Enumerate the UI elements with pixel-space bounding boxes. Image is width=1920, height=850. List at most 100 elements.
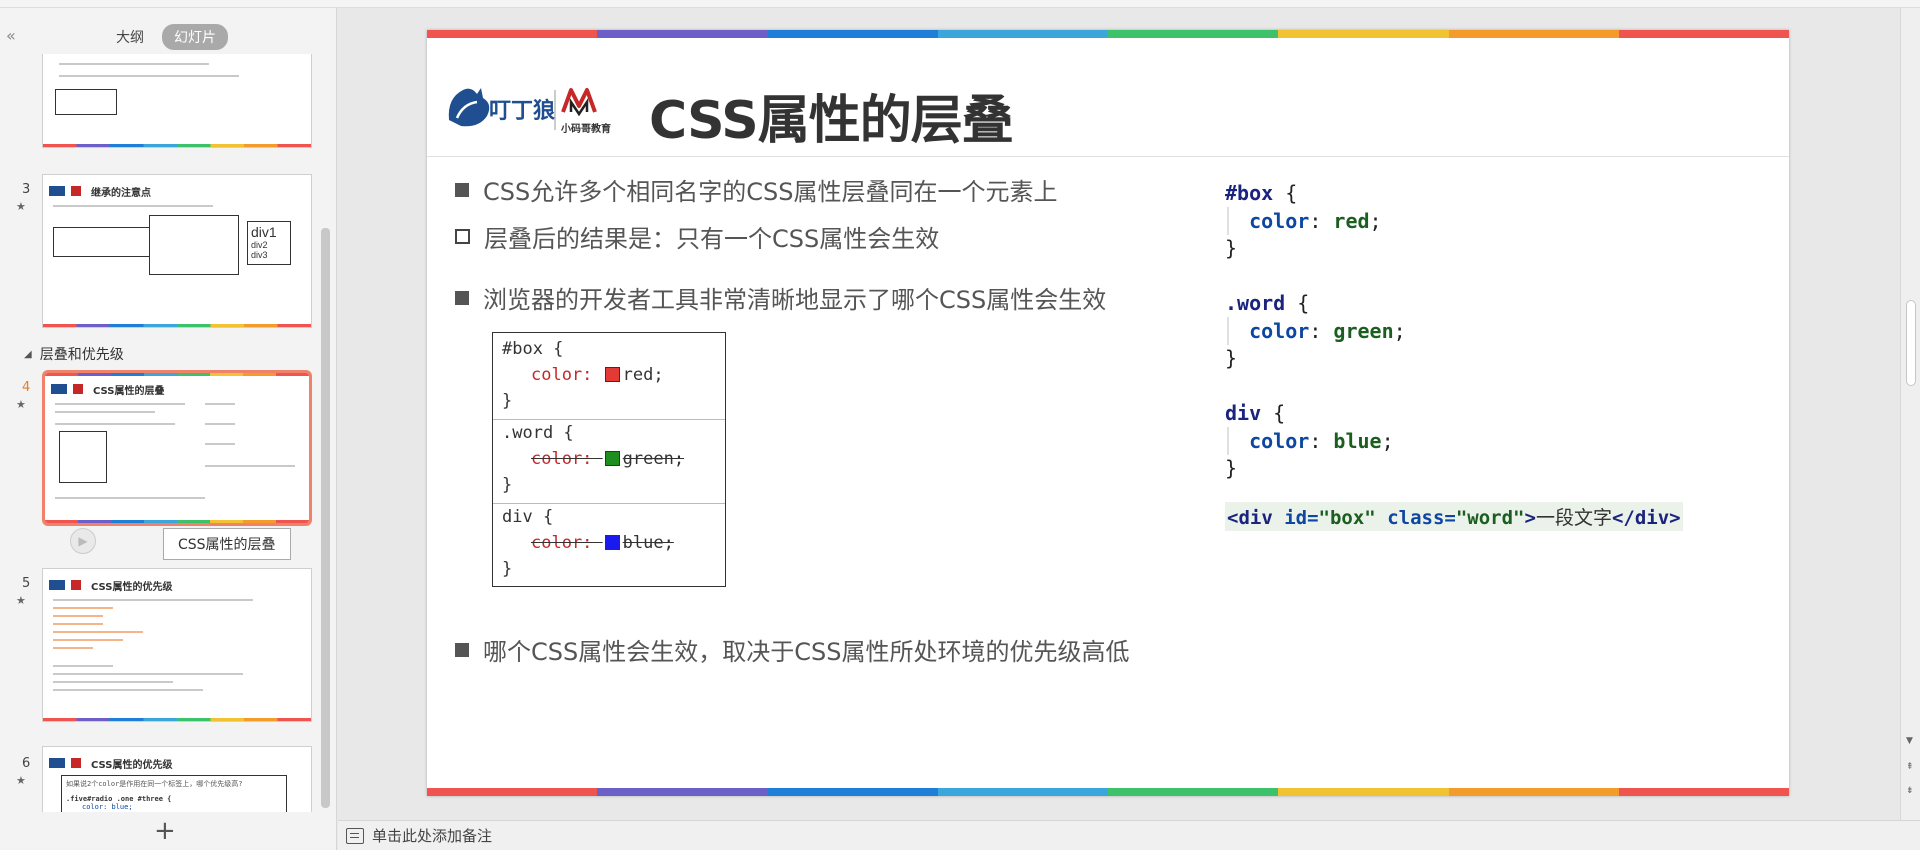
thumb-rainbow-bar <box>45 520 309 523</box>
code-prop: color <box>1249 428 1310 453</box>
rule-value: blue; <box>622 533 674 553</box>
rainbow-bar-bottom <box>427 788 1789 796</box>
rule-selector: div { <box>502 507 554 527</box>
html-code-line: <div id="box" class="word">一段文字</div> <box>1225 502 1683 531</box>
rule-close: } <box>502 475 513 495</box>
view-toggle: 大纲 幻灯片 <box>104 24 228 50</box>
panel-scrollbar[interactable] <box>321 228 330 808</box>
thumb-code-line: .five#radio .one #three { <box>66 795 172 803</box>
slide-editor: 叮丁狼 小码哥教育 CSS属性的层叠 CSS允许多个相同名字的CSS属性层叠同在… <box>338 8 1896 820</box>
rule-divider <box>493 503 725 504</box>
scroll-down-icon[interactable]: ▼ <box>1906 736 1913 746</box>
thumb-div1-label: div1 <box>251 224 277 240</box>
slide-thumbnail-5[interactable]: CSS属性的优先级 <box>42 568 312 722</box>
rule-declaration: color: green; <box>531 449 684 469</box>
rule-selector: .word { <box>502 423 574 443</box>
next-slide-icon[interactable]: ⇟ <box>1906 786 1914 796</box>
rule-prop: color: <box>531 365 593 385</box>
color-swatch-icon <box>604 451 620 466</box>
code-selector: .word <box>1225 291 1286 315</box>
editor-scrollbar[interactable]: ▼ ⇞ ⇟ <box>1900 8 1920 820</box>
logo-icon <box>49 758 81 768</box>
html-tag-open: <div <box>1227 507 1273 529</box>
html-attr-value: "box" <box>1318 507 1376 529</box>
code-line: color: blue; <box>1249 428 1394 453</box>
rule-selector: #box { <box>502 339 564 359</box>
bullet-item[interactable]: CSS允许多个相同名字的CSS属性层叠同在一个元素上 <box>455 172 1057 207</box>
code-line: div { <box>1225 401 1286 425</box>
thumb-title: 继承的注意点 <box>91 188 151 199</box>
bullet-item[interactable]: 浏览器的开发者工具非常清晰地显示了哪个CSS属性会生效 <box>455 280 1106 315</box>
prev-slide-icon[interactable]: ⇞ <box>1906 762 1914 772</box>
bullet-text: 层叠后的结果是：只有一个CSS属性会生效 <box>484 225 940 253</box>
slide-thumbnail-4[interactable]: CSS属性的层叠 <box>42 370 312 526</box>
thumbnail-tooltip: CSS属性的层叠 <box>163 528 291 560</box>
rule-prop: color: <box>531 449 593 469</box>
thumb-div-box: div1 div2 div3 <box>247 221 291 265</box>
thumbnail-list[interactable]: 3 ★ 继承的注意点 div1 div2 div3 ◢ 层叠和优先级 4 ★ C <box>0 54 320 812</box>
html-text: 一段文字 <box>1535 507 1612 529</box>
logo-icon <box>49 186 81 196</box>
slide-number-4: 4 <box>22 380 31 395</box>
star-icon: ★ <box>16 774 26 787</box>
html-attr-value: "word" <box>1455 507 1525 529</box>
slide-thumbnail-2[interactable] <box>42 54 312 148</box>
collapse-panel-icon[interactable]: « <box>6 26 16 45</box>
star-icon: ★ <box>16 200 26 213</box>
html-attr: class= <box>1387 507 1456 529</box>
bullet-hollow-square-icon <box>455 229 470 244</box>
thumb-title: CSS属性的优先级 <box>91 760 173 771</box>
slide-thumbnail-3[interactable]: 继承的注意点 div1 div2 div3 <box>42 174 312 328</box>
rule-value: red; <box>622 365 664 385</box>
star-icon: ★ <box>16 594 26 607</box>
devtools-styles-panel: #box { color: red; } .word { color: gree… <box>492 332 726 587</box>
section-header[interactable]: ◢ 层叠和优先级 <box>24 344 124 364</box>
slide-number-3: 3 <box>22 182 31 197</box>
bullet-square-icon <box>455 182 469 197</box>
html-tag-close: </div> <box>1611 507 1681 529</box>
logo-icon <box>51 384 83 394</box>
header-divider <box>427 156 1789 157</box>
notes-bar[interactable]: 单击此处添加备注 <box>338 820 1920 850</box>
bullet-item[interactable]: 哪个CSS属性会生效，取决于CSS属性所处环境的优先级高低 <box>455 632 1129 667</box>
thumb-rainbow-bar <box>43 144 311 147</box>
bullet-square-icon <box>455 642 469 657</box>
collapse-triangle-icon[interactable]: ◢ <box>24 349 32 360</box>
logo-caption: 小码哥教育 <box>560 122 611 135</box>
rule-declaration: color: red; <box>531 365 664 385</box>
slide-canvas[interactable]: 叮丁狼 小码哥教育 CSS属性的层叠 CSS允许多个相同名字的CSS属性层叠同在… <box>427 30 1789 796</box>
bullet-text: CSS允许多个相同名字的CSS属性层叠同在一个元素上 <box>483 178 1058 206</box>
thumb-rainbow-bar <box>45 373 309 376</box>
bullet-item[interactable]: 层叠后的结果是：只有一个CSS属性会生效 <box>455 219 939 254</box>
scrollbar-thumb[interactable] <box>1906 300 1916 386</box>
add-slide-button[interactable]: + <box>154 816 176 846</box>
code-prop: color <box>1249 208 1310 233</box>
slide-title[interactable]: CSS属性的层叠 <box>649 78 1014 153</box>
thumb-title: CSS属性的优先级 <box>91 582 173 593</box>
thumb-rainbow-bar <box>43 324 311 327</box>
css-code-block: #box { color: red; } .word { color: gree… <box>1225 180 1406 483</box>
section-label: 层叠和优先级 <box>39 347 124 363</box>
top-strip <box>0 0 1920 8</box>
notes-placeholder[interactable]: 单击此处添加备注 <box>372 825 492 846</box>
slide-thumbnail-6[interactable]: CSS属性的优先级 如果说2个color是作用在同一个标签上，哪个优先级高? .… <box>42 746 312 812</box>
rule-value: green; <box>622 449 685 469</box>
slide-number-6: 6 <box>22 756 31 771</box>
code-value: green <box>1333 318 1394 343</box>
thumb-code-box: 如果说2个color是作用在同一个标签上，哪个优先级高? .five#radio… <box>61 775 287 812</box>
color-swatch-icon <box>604 367 620 382</box>
color-swatch-icon <box>604 535 620 550</box>
tab-outline[interactable]: 大纲 <box>104 24 156 50</box>
rainbow-bar-top <box>427 30 1789 38</box>
tab-slides[interactable]: 幻灯片 <box>162 24 228 50</box>
code-line: } <box>1225 456 1238 480</box>
rule-close: } <box>502 391 513 411</box>
play-icon[interactable]: ▶ <box>70 528 96 554</box>
code-line: .word { <box>1225 291 1310 315</box>
logo-icon <box>49 580 81 590</box>
code-value: red <box>1333 208 1370 233</box>
thumb-code-comment: 如果说2个color是作用在同一个标签上，哪个优先级高? <box>66 780 243 788</box>
rule-divider <box>493 419 725 420</box>
